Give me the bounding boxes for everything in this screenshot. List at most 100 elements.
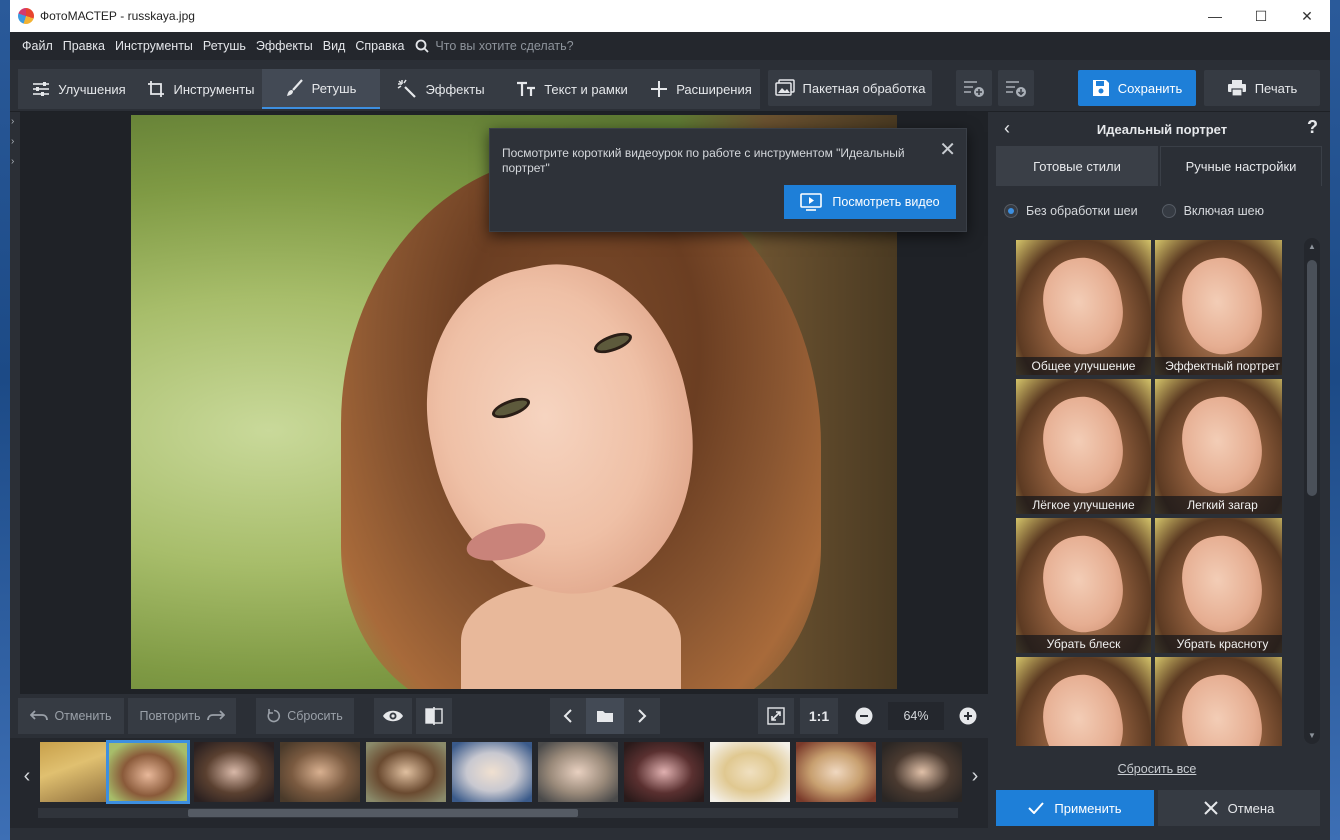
radio-no-neck-label: Без обработки шеи (1026, 204, 1138, 218)
filmstrip-thumbnail[interactable] (106, 740, 190, 804)
filmstrip-thumbnail[interactable] (452, 742, 532, 802)
filmstrip-prev-button[interactable]: ‹ (14, 738, 40, 814)
filmstrip-thumbnail[interactable] (280, 742, 360, 802)
style-card[interactable]: Убрать красноту (1155, 518, 1282, 653)
reset-label: Сбросить (287, 709, 343, 723)
panel-tabs: Готовые стили Ручные настройки (996, 146, 1322, 186)
filmstrip-thumbnail[interactable] (882, 742, 962, 802)
style-card[interactable]: Легкий загар (1155, 379, 1282, 514)
tab-enhancements[interactable]: Улучшения (18, 69, 140, 109)
apply-label: Применить (1054, 800, 1122, 816)
scroll-down-icon[interactable]: ▼ (1308, 731, 1316, 740)
tab-manual-settings[interactable]: Ручные настройки (1160, 146, 1322, 186)
style-label: Убрать красноту (1155, 635, 1282, 653)
window-title: ФотоМАСТЕР - russkaya.jpg (40, 9, 195, 23)
download-preset-button[interactable] (998, 70, 1034, 106)
next-photo-button[interactable] (624, 698, 660, 734)
search-icon (416, 39, 430, 53)
filmstrip-thumbnail[interactable] (194, 742, 274, 802)
tab-extensions-label: Расширения (676, 81, 752, 97)
expand-icon (767, 707, 785, 725)
apply-button[interactable]: Применить (996, 790, 1154, 826)
tab-text-frames-label: Текст и рамки (544, 81, 628, 97)
cancel-button[interactable]: Отмена (1158, 790, 1320, 826)
filmstrip-scrollbar[interactable] (38, 808, 958, 818)
filmstrip-thumbnail[interactable] (796, 742, 876, 802)
eye-icon (383, 710, 403, 722)
style-card[interactable]: Общее улучшение (1016, 240, 1151, 375)
redo-button[interactable]: Повторить (128, 698, 236, 734)
actual-size-button[interactable]: 1:1 (800, 698, 838, 734)
undo-button[interactable]: Отменить (18, 698, 124, 734)
menu-tools[interactable]: Инструменты (110, 39, 198, 53)
reset-button[interactable]: Сбросить (256, 698, 354, 734)
radio-include-neck[interactable]: Включая шею (1161, 204, 1264, 218)
radio-unselected-icon (1161, 204, 1176, 218)
reset-all-link[interactable]: Сбросить все (994, 762, 1320, 776)
chevron-right-icon: › (11, 116, 15, 127)
zoom-level[interactable]: 64% (888, 702, 944, 730)
style-card[interactable] (1155, 657, 1282, 746)
fit-to-screen-button[interactable] (758, 698, 794, 734)
filmstrip-scroll-thumb[interactable] (188, 809, 578, 817)
tab-tools[interactable]: Инструменты (140, 69, 262, 109)
app-window: ФотоМАСТЕР - russkaya.jpg — ☐ ✕ Файл Пра… (10, 0, 1330, 840)
tab-text-frames[interactable]: Текст и рамки (502, 69, 642, 109)
menu-help[interactable]: Справка (350, 39, 409, 53)
menu-bar: Файл Правка Инструменты Ретушь Эффекты В… (10, 32, 1330, 60)
app-logo-icon (18, 8, 34, 24)
style-card[interactable]: Лёгкое улучшение (1016, 379, 1151, 514)
maximize-button[interactable]: ☐ (1238, 0, 1284, 32)
save-button[interactable]: Сохранить (1078, 70, 1196, 106)
add-preset-button[interactable] (956, 70, 992, 106)
tab-retouch[interactable]: Ретушь (262, 69, 380, 109)
zoom-out-button[interactable] (846, 698, 882, 734)
help-icon[interactable]: ? (1307, 117, 1318, 138)
minimize-button[interactable]: — (1192, 0, 1238, 32)
style-card[interactable]: Убрать блеск (1016, 518, 1151, 653)
search-input[interactable] (435, 39, 636, 53)
watch-video-button[interactable]: Посмотреть видео (784, 185, 956, 219)
style-card[interactable] (1016, 657, 1151, 746)
main-toolbar: Улучшения Инструменты Ретушь Эффекты Тек… (10, 60, 1330, 112)
filmstrip-next-button[interactable]: › (962, 738, 988, 814)
menu-file[interactable]: Файл (17, 39, 58, 53)
style-card[interactable]: Эффектный портрет (1155, 240, 1282, 375)
styles-scrollbar[interactable]: ▲ ▼ (1304, 238, 1320, 744)
compare-split-icon (425, 707, 443, 725)
sliders-icon (33, 82, 50, 96)
open-folder-button[interactable] (586, 698, 624, 734)
tab-tools-label: Инструменты (173, 81, 255, 97)
tab-ready-styles[interactable]: Готовые стили (996, 146, 1158, 186)
close-button[interactable]: ✕ (1284, 0, 1330, 32)
preview-toggle-button[interactable] (374, 698, 412, 734)
compare-button[interactable] (416, 698, 452, 734)
menu-effects[interactable]: Эффекты (251, 39, 318, 53)
styles-scroll-thumb[interactable] (1307, 260, 1317, 496)
undo-icon (30, 710, 49, 721)
menu-view[interactable]: Вид (318, 39, 351, 53)
style-label: Эффектный портрет (1155, 357, 1282, 375)
zoom-in-button[interactable] (950, 698, 986, 734)
folder-icon (597, 711, 613, 722)
redo-label: Повторить (139, 709, 201, 723)
close-icon[interactable]: ✕ (939, 137, 956, 162)
menu-retouch[interactable]: Ретушь (198, 39, 251, 53)
filmstrip-thumbnail[interactable] (624, 742, 704, 802)
radio-no-neck[interactable]: Без обработки шеи (1004, 204, 1138, 218)
sliders-download-icon (1006, 81, 1026, 97)
batch-processing-button[interactable]: Пакетная обработка (768, 70, 932, 106)
filmstrip-thumbnail[interactable] (538, 742, 618, 802)
previous-photo-button[interactable] (550, 698, 586, 734)
menu-edit[interactable]: Правка (58, 39, 110, 53)
print-button[interactable]: Печать (1204, 70, 1320, 106)
filmstrip-thumbnail[interactable] (710, 742, 790, 802)
style-label: Убрать блеск (1016, 635, 1151, 653)
title-bar: ФотоМАСТЕР - russkaya.jpg — ☐ ✕ (10, 0, 1330, 32)
filmstrip-thumbnail[interactable] (366, 742, 446, 802)
tab-effects[interactable]: Эффекты (380, 69, 502, 109)
batch-processing-label: Пакетная обработка (802, 80, 926, 96)
tab-extensions[interactable]: Расширения (642, 69, 760, 109)
panel-title: Идеальный портрет (1096, 121, 1228, 137)
scroll-up-icon[interactable]: ▲ (1308, 242, 1316, 251)
